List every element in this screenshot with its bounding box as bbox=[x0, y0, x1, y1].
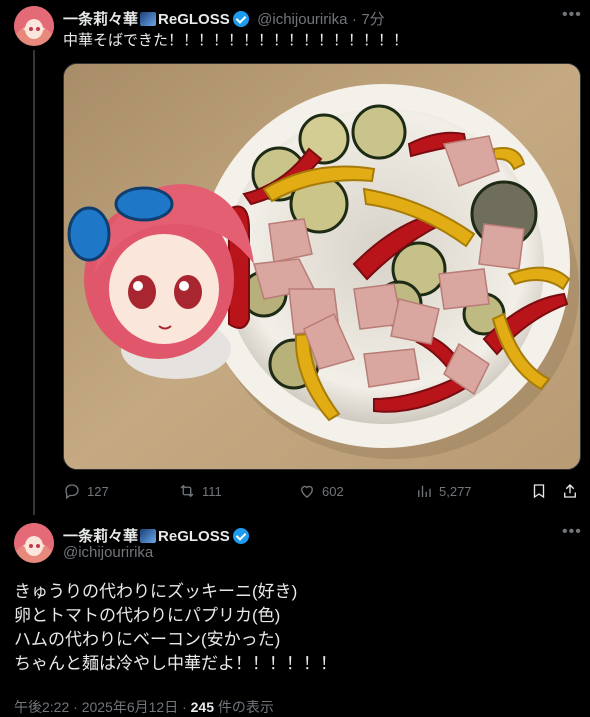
views-icon bbox=[418, 485, 431, 497]
display-name-reply[interactable]: 一条莉々華 bbox=[63, 528, 138, 545]
display-name-suffix[interactable]: ReGLOSS bbox=[158, 11, 230, 28]
reply-view-count: 245 bbox=[190, 699, 214, 715]
food-photo bbox=[64, 64, 580, 469]
more-icon[interactable]: ••• bbox=[562, 6, 582, 24]
display-name-suffix-reply[interactable]: ReGLOSS bbox=[158, 528, 230, 545]
handle[interactable]: @ichijouririka bbox=[257, 11, 347, 28]
reply-line: きゅうりの代わりにズッキーニ(好き) bbox=[14, 582, 298, 601]
time-separator: · bbox=[351, 11, 357, 28]
reply-line: ちゃんと麺は冷やし中華だよ！！！！！！ bbox=[14, 654, 337, 673]
reply-line: 卵とトマトの代わりにパプリカ(色) bbox=[14, 606, 281, 625]
tweet-actions: 127 111 602 5,277 bbox=[63, 482, 579, 502]
heart-icon bbox=[301, 485, 313, 498]
display-name[interactable]: 一条莉々華 bbox=[63, 11, 138, 28]
reply-count: 127 bbox=[87, 483, 109, 499]
bookmark-icon bbox=[533, 484, 545, 499]
more-icon[interactable]: ••• bbox=[562, 523, 582, 541]
tweet-text: 中華そばできた！！！！！！！！！！！！！！！！ bbox=[63, 32, 409, 49]
reply-header: 一条莉々華 ReGLOSS bbox=[63, 525, 249, 546]
regloss-emoji-icon bbox=[140, 529, 157, 543]
repost-button[interactable]: 111 bbox=[178, 482, 222, 500]
tweet-image[interactable] bbox=[63, 63, 581, 470]
share-icon bbox=[564, 484, 576, 498]
views-button[interactable]: 5,277 bbox=[415, 482, 472, 500]
thread-connector bbox=[33, 50, 35, 515]
reply-view-suffix: 件の表示 bbox=[214, 699, 274, 715]
reply-timestamp[interactable]: 午後2:22 · 2025年6月12日 · bbox=[14, 699, 191, 715]
tweet-header: 一条莉々華 ReGLOSS @ichijouririka · 7分 bbox=[63, 8, 385, 29]
timestamp[interactable]: 7分 bbox=[361, 11, 384, 28]
reply-meta: 午後2:22 · 2025年6月12日 · 245 件の表示 bbox=[14, 697, 274, 717]
repost-count: 111 bbox=[202, 483, 222, 499]
reply-line: ハムの代わりにベーコン(安かった) bbox=[14, 630, 281, 649]
share-button[interactable] bbox=[561, 482, 579, 500]
reply-button[interactable]: 127 bbox=[63, 482, 109, 500]
reply-text: きゅうりの代わりにズッキーニ(好き) 卵とトマトの代わりにパプリカ(色) ハムの… bbox=[14, 580, 337, 676]
avatar-reply[interactable] bbox=[14, 523, 54, 563]
like-count: 602 bbox=[322, 483, 344, 499]
handle-reply[interactable]: @ichijouririka bbox=[63, 544, 153, 561]
avatar[interactable] bbox=[14, 6, 54, 46]
bookmark-button[interactable] bbox=[530, 482, 548, 500]
view-count: 5,277 bbox=[439, 483, 472, 499]
regloss-emoji-icon bbox=[140, 12, 157, 26]
like-button[interactable]: 602 bbox=[298, 482, 344, 500]
reply-icon bbox=[65, 484, 79, 500]
repost-icon bbox=[180, 484, 194, 498]
verified-badge-icon bbox=[232, 11, 249, 27]
verified-badge-icon bbox=[232, 528, 249, 544]
